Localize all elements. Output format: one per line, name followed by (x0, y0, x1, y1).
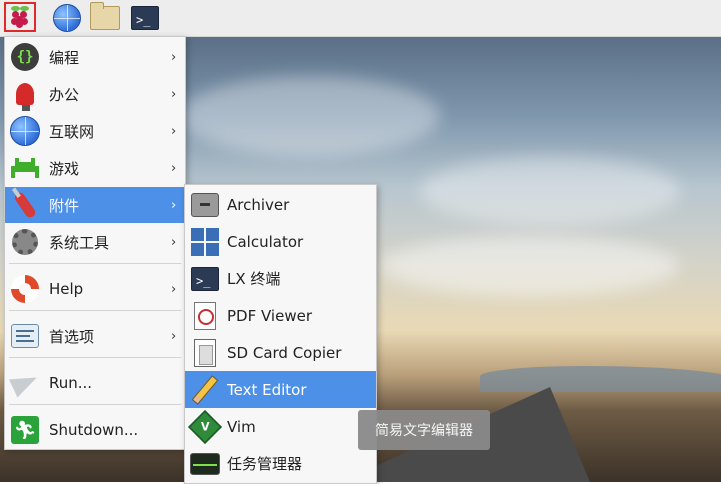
terminal-button[interactable]: >_ (130, 3, 160, 33)
menu-item-shutdown[interactable]: 🏃︎ Shutdown... (5, 412, 185, 448)
submenu-item-vim[interactable]: V Vim (185, 408, 376, 445)
chevron-right-icon: › (171, 86, 177, 102)
chevron-right-icon: › (171, 49, 177, 65)
submenu-item-text-editor[interactable]: Text Editor (185, 371, 376, 408)
chevron-right-icon: › (171, 197, 177, 213)
preferences-icon (9, 320, 41, 352)
menu-item-help[interactable]: Help › (5, 271, 185, 307)
accessories-submenu: Archiver Calculator >_ LX 终端 PDF Viewer (184, 184, 377, 484)
menu-item-preferences[interactable]: 首选项 › (5, 318, 185, 354)
terminal-icon: >_ (190, 264, 220, 294)
chevron-right-icon: › (171, 123, 177, 139)
menu-separator (9, 310, 181, 311)
submenu-item-archiver[interactable]: Archiver (185, 186, 376, 223)
office-icon (9, 78, 41, 111)
submenu-item-task-manager[interactable]: 任务管理器 (185, 445, 376, 482)
applications-menu-button[interactable] (4, 2, 36, 32)
run-icon (8, 367, 42, 399)
file-manager-icon (90, 2, 120, 30)
tooltip: 简易文字编辑器 (358, 410, 490, 450)
accessories-icon (9, 187, 41, 221)
sd-card-icon (190, 338, 220, 368)
menu-item-internet[interactable]: 互联网 › (5, 113, 185, 149)
top-panel: >_ (0, 0, 721, 37)
shutdown-icon: 🏃︎ (9, 414, 41, 446)
menu-separator (9, 357, 181, 358)
submenu-item-sd-card-copier[interactable]: SD Card Copier (185, 334, 376, 371)
help-icon (9, 273, 41, 305)
file-manager-button[interactable] (90, 2, 120, 33)
menu-item-run[interactable]: Run... (5, 365, 185, 401)
programming-icon: {} (9, 41, 41, 73)
chevron-right-icon: › (171, 234, 177, 250)
chevron-right-icon: › (171, 281, 177, 297)
archiver-icon (190, 190, 220, 220)
menu-item-accessories[interactable]: 附件 › (5, 187, 185, 223)
chevron-right-icon: › (171, 160, 177, 176)
web-browser-button[interactable] (52, 3, 82, 33)
pencil-icon (190, 374, 220, 405)
internet-icon (9, 115, 41, 147)
terminal-icon: >_ (131, 6, 159, 30)
menu-item-programming[interactable]: {} 编程 › (5, 39, 185, 75)
submenu-item-lxterminal[interactable]: >_ LX 终端 (185, 260, 376, 297)
calculator-icon (190, 227, 220, 257)
task-manager-icon (190, 449, 220, 479)
submenu-item-pdf-viewer[interactable]: PDF Viewer (185, 297, 376, 334)
raspberry-menu-icon (9, 6, 31, 28)
menu-item-games[interactable]: 游戏 › (5, 150, 185, 186)
vim-icon: V (188, 409, 222, 444)
pdf-viewer-icon (190, 301, 220, 331)
submenu-item-calculator[interactable]: Calculator (185, 223, 376, 260)
applications-menu: {} 编程 › 办公 › 互联网 › 游戏 › 附件 › 系统工具 › Help… (4, 36, 186, 450)
menu-separator (9, 263, 181, 264)
menu-separator (9, 404, 181, 405)
menu-item-system-tools[interactable]: 系统工具 › (5, 224, 185, 260)
chevron-right-icon: › (171, 328, 177, 344)
games-icon (9, 152, 41, 184)
menu-item-office[interactable]: 办公 › (5, 76, 185, 112)
system-tools-icon (9, 226, 41, 258)
web-browser-icon (53, 4, 81, 32)
